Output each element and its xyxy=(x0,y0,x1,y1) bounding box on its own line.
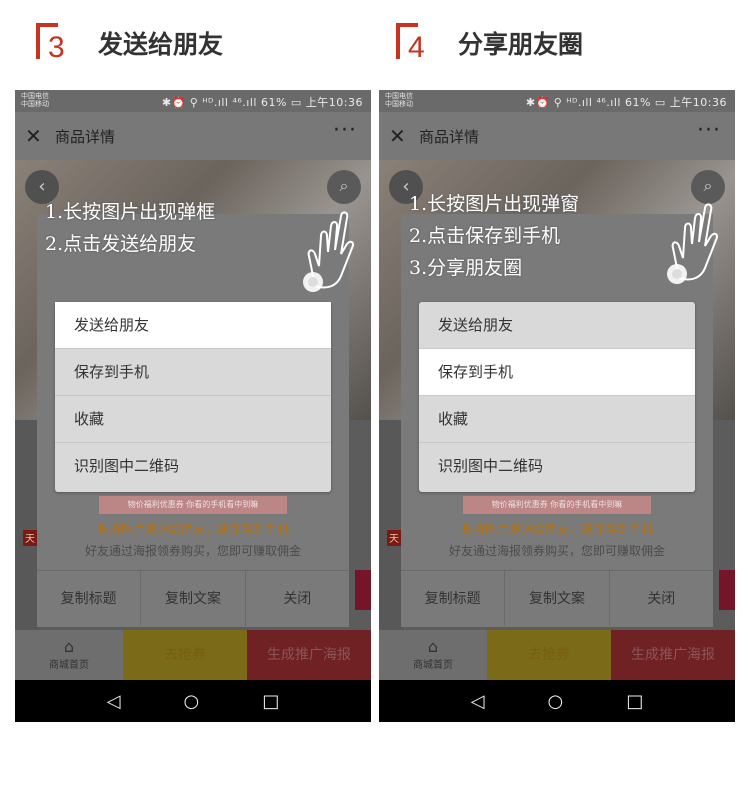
hint-text: 长按图片发送给朋友，或保存到手机 xyxy=(460,522,653,536)
hint-text: 长按图片发送给朋友，或保存到手机 xyxy=(96,522,289,536)
home-button[interactable]: ⌂ 商城首页 xyxy=(15,630,123,680)
close-button[interactable]: 关闭 xyxy=(246,571,349,626)
copy-text-button[interactable]: 复制文案 xyxy=(505,571,610,626)
home-button[interactable]: ⌂ 商城首页 xyxy=(379,630,487,680)
hint-subtext: 好友通过海报领券购买，您即可赚取佣金 xyxy=(84,544,301,558)
bottom-bar: ⌂ 商城首页 去抢券 生成推广海报 xyxy=(379,630,735,680)
menu-item-favorite[interactable]: 收藏 xyxy=(419,396,695,443)
nav-bar: ✕ 商品详情 ··· xyxy=(379,112,735,160)
system-nav-bar: ◁ ○ □ xyxy=(379,680,735,722)
close-icon[interactable]: ✕ xyxy=(25,124,42,148)
menu-item-send-to-friend[interactable]: 发送给朋友 xyxy=(419,302,695,349)
menu-item-send-to-friend[interactable]: 发送给朋友 xyxy=(55,302,331,349)
hand-pointer-icon xyxy=(303,211,355,292)
recent-apps-icon[interactable]: □ xyxy=(626,691,643,712)
phone-screenshot-step-3: 中国电信 中国移动 ✱⏰ ⚲ ᴴᴰ.ıll ⁴⁶.ıll 61% ▭ 上午10:3… xyxy=(15,90,371,722)
step-number-icon: 4 xyxy=(396,23,432,64)
home-circle-icon[interactable]: ○ xyxy=(184,691,200,712)
poster-preview-strip: 物价福利优惠券 你看的手机看中到嘛 xyxy=(99,496,287,514)
copy-title-button[interactable]: 复制标题 xyxy=(37,571,142,626)
instruction-text: 1.长按图片出现弹窗 2.点击保存到手机 3.分享朋友圈 xyxy=(409,193,580,279)
hint-subtext: 好友通过海报领券购买，您即可赚取佣金 xyxy=(448,544,665,558)
close-icon[interactable]: ✕ xyxy=(389,124,406,148)
generate-poster-button[interactable]: 生成推广海报 xyxy=(247,630,371,680)
carrier-label: 中国电信 中国移动 xyxy=(21,92,49,108)
popup-actions: 复制标题 复制文案 关闭 xyxy=(401,570,713,626)
nav-bar: ✕ 商品详情 ··· xyxy=(15,112,371,160)
menu-item-favorite[interactable]: 收藏 xyxy=(55,396,331,443)
status-bar: 中国电信 中国移动 ✱⏰ ⚲ ᴴᴰ.ıll ⁴⁶.ıll 61% ▭ 上午10:3… xyxy=(379,90,735,112)
back-icon[interactable]: ◁ xyxy=(107,691,121,712)
menu-item-scan-qr[interactable]: 识别图中二维码 xyxy=(55,443,331,490)
menu-item-scan-qr[interactable]: 识别图中二维码 xyxy=(419,443,695,490)
back-icon[interactable]: ◁ xyxy=(471,691,485,712)
status-bar: 中国电信 中国移动 ✱⏰ ⚲ ᴴᴰ.ıll ⁴⁶.ıll 61% ▭ 上午10:3… xyxy=(15,90,371,112)
step-header-4: 4 分享朋友圈 xyxy=(396,20,583,66)
carrier-label: 中国电信 中国移动 xyxy=(385,92,413,108)
step-number-icon: 3 xyxy=(36,23,72,64)
step-title: 分享朋友圈 xyxy=(458,30,584,59)
recent-apps-icon[interactable]: □ xyxy=(262,691,279,712)
copy-text-button[interactable]: 复制文案 xyxy=(141,571,246,626)
context-menu: 发送给朋友 保存到手机 收藏 识别图中二维码 xyxy=(55,302,331,492)
badge: 天 xyxy=(23,530,37,546)
grab-coupon-button[interactable]: 去抢券 xyxy=(487,630,611,680)
more-icon[interactable]: ··· xyxy=(697,118,721,143)
step-header-3: 3 发送给朋友 xyxy=(36,20,223,66)
menu-item-save-to-phone[interactable]: 保存到手机 xyxy=(55,349,331,396)
hand-pointer-icon xyxy=(667,203,719,284)
step-title: 发送给朋友 xyxy=(98,30,224,59)
system-nav-bar: ◁ ○ □ xyxy=(15,680,371,722)
context-menu: 发送给朋友 保存到手机 收藏 识别图中二维码 xyxy=(419,302,695,492)
badge: 天 xyxy=(387,530,401,546)
menu-item-save-to-phone[interactable]: 保存到手机 xyxy=(419,349,695,396)
more-icon[interactable]: ··· xyxy=(333,118,357,143)
phone-screenshot-step-4: 中国电信 中国移动 ✱⏰ ⚲ ᴴᴰ.ıll ⁴⁶.ıll 61% ▭ 上午10:3… xyxy=(379,90,735,722)
generate-poster-button[interactable]: 生成推广海报 xyxy=(611,630,735,680)
search-icon[interactable]: ⌕ xyxy=(327,170,361,204)
status-indicators: ✱⏰ ⚲ ᴴᴰ.ıll ⁴⁶.ıll 61% ▭ 上午10:36 xyxy=(161,96,363,109)
store-icon: ⌂ xyxy=(427,637,439,656)
poster-preview-strip: 物价福利优惠券 你看的手机看中到嘛 xyxy=(463,496,651,514)
instruction-text: 1.长按图片出现弹框 2.点击发送给朋友 xyxy=(45,201,216,255)
close-button[interactable]: 关闭 xyxy=(610,571,713,626)
copy-title-button[interactable]: 复制标题 xyxy=(401,571,506,626)
page-title: 商品详情 xyxy=(419,128,480,146)
popup-actions: 复制标题 复制文案 关闭 xyxy=(37,570,349,626)
home-circle-icon[interactable]: ○ xyxy=(548,691,564,712)
status-indicators: ✱⏰ ⚲ ᴴᴰ.ıll ⁴⁶.ıll 61% ▭ 上午10:36 xyxy=(525,96,727,109)
page-title: 商品详情 xyxy=(55,128,116,146)
bottom-bar: ⌂ 商城首页 去抢券 生成推广海报 xyxy=(15,630,371,680)
grab-coupon-button[interactable]: 去抢券 xyxy=(123,630,247,680)
store-icon: ⌂ xyxy=(63,637,75,656)
